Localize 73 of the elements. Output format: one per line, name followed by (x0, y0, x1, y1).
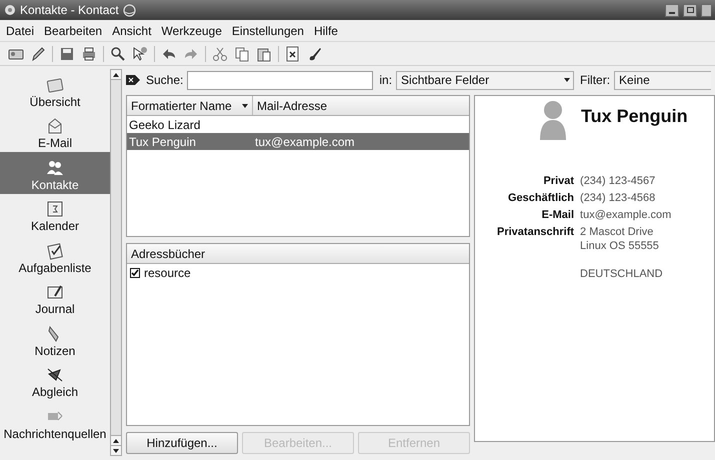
overview-icon (46, 76, 64, 94)
help-pointer-icon[interactable] (132, 46, 148, 62)
close-button[interactable] (701, 4, 711, 16)
table-cell-text: Geeko Lizard (128, 116, 202, 134)
menu-item[interactable]: Hilfe (314, 22, 338, 40)
contact-name: Tux Penguin (581, 105, 688, 128)
field-value: Linux OS 55555 (580, 239, 660, 253)
menu-item[interactable]: Werkzeuge (161, 22, 222, 40)
scope-dropdown[interactable]: Sichtbare Felder (396, 70, 574, 90)
menu-item[interactable]: Ansicht (112, 22, 152, 40)
table-cell-text: tux@example.com (254, 134, 356, 150)
globe-icon (122, 4, 136, 16)
field-value: DEUTSCHLAND (580, 267, 664, 281)
brush-icon[interactable] (307, 46, 323, 62)
action-button[interactable]: Hinzufügen... (126, 432, 238, 454)
sidebar-item[interactable]: Notizen (0, 318, 110, 360)
search-label: Suche: (146, 72, 184, 89)
address-book-label: resource (144, 264, 191, 282)
table-cell-text: Tux Penguin (128, 134, 197, 150)
sidebar-item[interactable]: Kalender (0, 194, 110, 235)
filter-dropdown[interactable]: Keine (614, 70, 711, 90)
mail-icon (46, 117, 64, 135)
menu-item[interactable]: Datei (6, 22, 34, 40)
field-label: Privatanschrift (497, 225, 574, 240)
field-value: (234) 123-4567 (580, 174, 656, 188)
paste-icon[interactable] (256, 46, 272, 62)
table-row[interactable]: Geeko Lizard (127, 116, 469, 133)
field-label: E-Mail (540, 208, 574, 222)
field-value: tux@example.com (580, 208, 672, 222)
sidebar-item[interactable]: Nachrichtenquellen (0, 401, 110, 442)
search-icon[interactable] (110, 46, 126, 62)
filter-label: Filter: (580, 72, 610, 89)
sort-indicator-icon (242, 104, 248, 108)
menu-item[interactable]: Einstellungen (232, 22, 304, 40)
app-icon (4, 4, 16, 16)
delete-document-icon[interactable] (285, 46, 301, 62)
sidebar-item[interactable]: Kontakte (0, 152, 110, 194)
field-label: Privat (542, 174, 574, 188)
maximize-button[interactable] (683, 4, 697, 16)
sidebar-item[interactable]: Journal (0, 276, 110, 318)
field-value: (234) 123-4568 (580, 191, 656, 205)
scissors-icon[interactable] (212, 46, 228, 62)
scope-label: in: (379, 72, 392, 89)
people-icon (46, 158, 64, 176)
sidebar-item[interactable]: E-Mail (0, 110, 110, 152)
copy-icon[interactable] (234, 46, 250, 62)
calendar-icon (46, 200, 64, 218)
column-header[interactable]: Mail-Adresse (253, 96, 469, 115)
window-title: Kontakte - Kontact (20, 2, 119, 19)
minimize-button[interactable] (665, 4, 679, 16)
column-header[interactable]: Adressbücher (127, 244, 469, 264)
pencil-icon[interactable] (30, 46, 46, 62)
field-value: 2 Mascot Drive (580, 225, 654, 239)
checkbox[interactable] (130, 268, 140, 278)
sidebar-scrollbar[interactable] (110, 69, 122, 456)
menu-item[interactable]: Bearbeiten (44, 22, 102, 40)
clear-search-icon[interactable] (126, 75, 140, 85)
sidebar-item[interactable]: Übersicht (0, 69, 110, 110)
printer-icon[interactable] (81, 46, 97, 62)
scroll-down-icon[interactable] (113, 448, 119, 452)
person-silhouette-icon (539, 100, 567, 140)
checklist-icon (46, 242, 64, 260)
column-header[interactable]: Formatierter Name (127, 96, 253, 115)
search-field[interactable] (187, 70, 374, 90)
scroll-up-icon[interactable] (113, 72, 119, 76)
table-row[interactable]: Tux Penguin tux@example.com (127, 133, 469, 150)
field-label: Geschäftlich (507, 191, 574, 205)
sidebar-item[interactable]: Abgleich (0, 360, 110, 401)
scroll-up-icon[interactable] (113, 438, 119, 442)
sidebar-item[interactable]: Aufgabenliste (0, 235, 110, 276)
save-icon[interactable] (59, 46, 75, 62)
caret-icon (564, 78, 570, 82)
notebook-icon (46, 283, 64, 301)
